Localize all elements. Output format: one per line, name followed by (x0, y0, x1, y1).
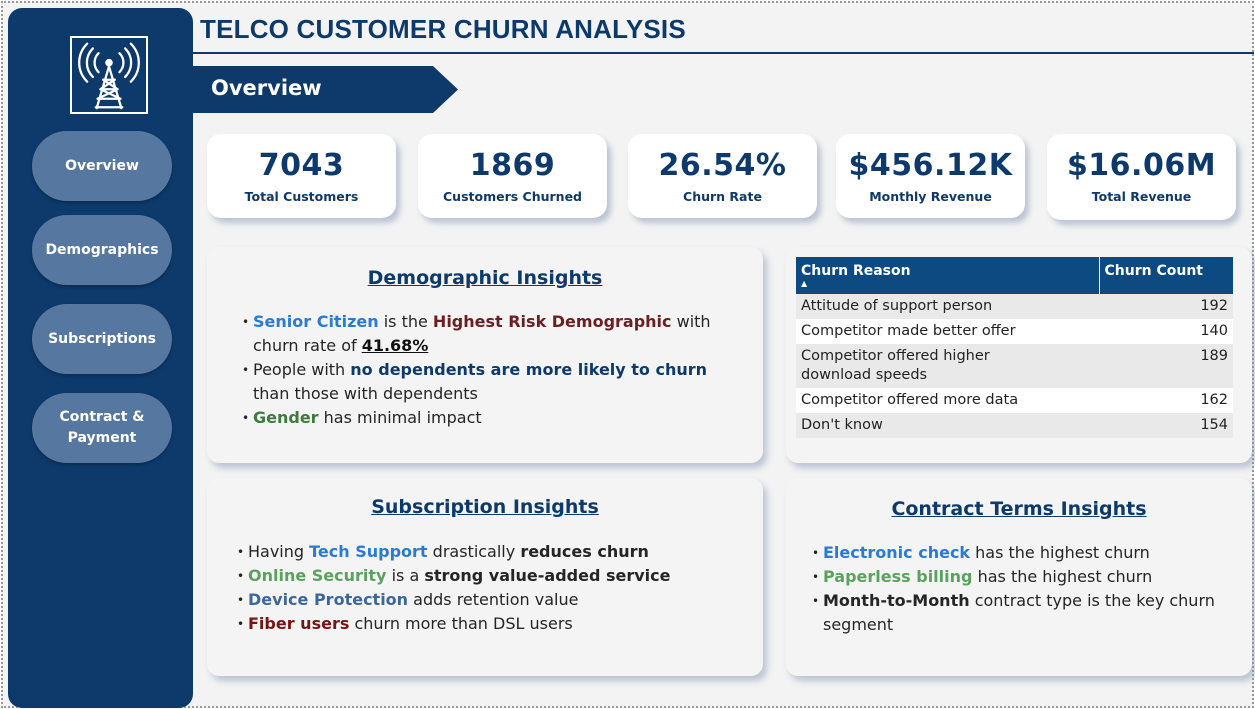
section-title: Overview (211, 76, 322, 100)
table-cell: 140 (1099, 319, 1233, 344)
table-cell: 189 (1099, 344, 1233, 388)
kpi-value: $456.12K (848, 148, 1013, 183)
nav-overview-button[interactable]: Overview (32, 131, 172, 201)
radio-tower-icon (70, 36, 148, 114)
table-cell: Competitor offered more data (796, 388, 1099, 413)
kpi-label: Monthly Revenue (869, 189, 992, 204)
list-item: People with no dependents are more likel… (242, 358, 747, 406)
table-cell: Attitude of support person (796, 294, 1099, 319)
subscription-insights-panel: Subscription Insights Having Tech Suppor… (207, 478, 763, 676)
kpi-total-revenue: $16.06M Total Revenue (1047, 134, 1236, 220)
churn-reason-table: Churn Reason ▲ Churn Count Attitude of su… (796, 257, 1233, 438)
list-item: Paperless billing has the highest churn (812, 565, 1232, 589)
list-item: Having Tech Support drastically reduces … (237, 540, 747, 564)
kpi-label: Customers Churned (443, 189, 582, 204)
table-row: Don't know 154 (796, 413, 1233, 438)
subscription-insights-list: Having Tech Support drastically reduces … (237, 540, 747, 636)
table-row: Attitude of support person 192 (796, 294, 1233, 319)
kpi-churn-rate: 26.54% Churn Rate (628, 134, 817, 218)
table-row: Competitor made better offer 140 (796, 319, 1233, 344)
table-cell: 154 (1099, 413, 1233, 438)
list-item: Electronic check has the highest churn (812, 541, 1232, 565)
nav-demographics-button[interactable]: Demographics (32, 215, 172, 285)
column-header-churn-reason[interactable]: Churn Reason ▲ (796, 257, 1099, 294)
table-cell: Competitor offered higher download speed… (796, 344, 1099, 388)
kpi-label: Total Customers (244, 189, 359, 204)
subscription-insights-heading: Subscription Insights (371, 496, 599, 518)
nav-contract-payment-button[interactable]: Contract & Payment (32, 393, 172, 463)
kpi-label: Total Revenue (1091, 189, 1192, 204)
list-item: Senior Citizen is the Highest Risk Demog… (242, 310, 747, 358)
kpi-label: Churn Rate (683, 189, 762, 204)
contract-insights-list: Electronic check has the highest churn P… (812, 541, 1232, 637)
kpi-monthly-revenue: $456.12K Monthly Revenue (836, 134, 1025, 218)
list-item: Fiber users churn more than DSL users (237, 612, 747, 636)
kpi-customers-churned: 1869 Customers Churned (418, 134, 607, 218)
contract-insights-heading: Contract Terms Insights (891, 498, 1147, 520)
demographic-insights-panel: Demographic Insights Senior Citizen is t… (207, 247, 763, 463)
kpi-value: 1869 (469, 148, 556, 183)
sort-ascending-icon[interactable]: ▲ (801, 280, 1093, 288)
contract-insights-panel: Contract Terms Insights Electronic check… (786, 478, 1252, 676)
nav-subscriptions-button[interactable]: Subscriptions (32, 304, 172, 374)
page-title: TELCO CUSTOMER CHURN ANALYSIS (200, 14, 686, 44)
table-cell: Competitor made better offer (796, 319, 1099, 344)
table-row: Competitor offered higher download speed… (796, 344, 1233, 388)
sidebar: Overview Demographics Subscriptions Cont… (8, 8, 193, 708)
table-cell: 192 (1099, 294, 1233, 319)
kpi-value: $16.06M (1066, 148, 1217, 183)
table-cell: Don't know (796, 413, 1099, 438)
list-item: Online Security is a strong value-added … (237, 564, 747, 588)
section-banner: Overview (193, 66, 458, 113)
table-cell: 162 (1099, 388, 1233, 413)
list-item: Month-to-Month contract type is the key … (812, 589, 1232, 637)
list-item: Gender has minimal impact (242, 406, 747, 430)
demographic-insights-heading: Demographic Insights (367, 267, 603, 289)
list-item: Device Protection adds retention value (237, 588, 747, 612)
kpi-value: 26.54% (658, 148, 787, 183)
title-divider (193, 52, 1254, 54)
table-row: Competitor offered more data 162 (796, 388, 1233, 413)
kpi-value: 7043 (258, 148, 345, 183)
kpi-total-customers: 7043 Total Customers (207, 134, 396, 218)
column-header-churn-count[interactable]: Churn Count (1098, 257, 1233, 294)
demographic-insights-list: Senior Citizen is the Highest Risk Demog… (242, 310, 747, 430)
churn-reason-table-card: Churn Reason ▲ Churn Count Attitude of su… (786, 247, 1252, 463)
